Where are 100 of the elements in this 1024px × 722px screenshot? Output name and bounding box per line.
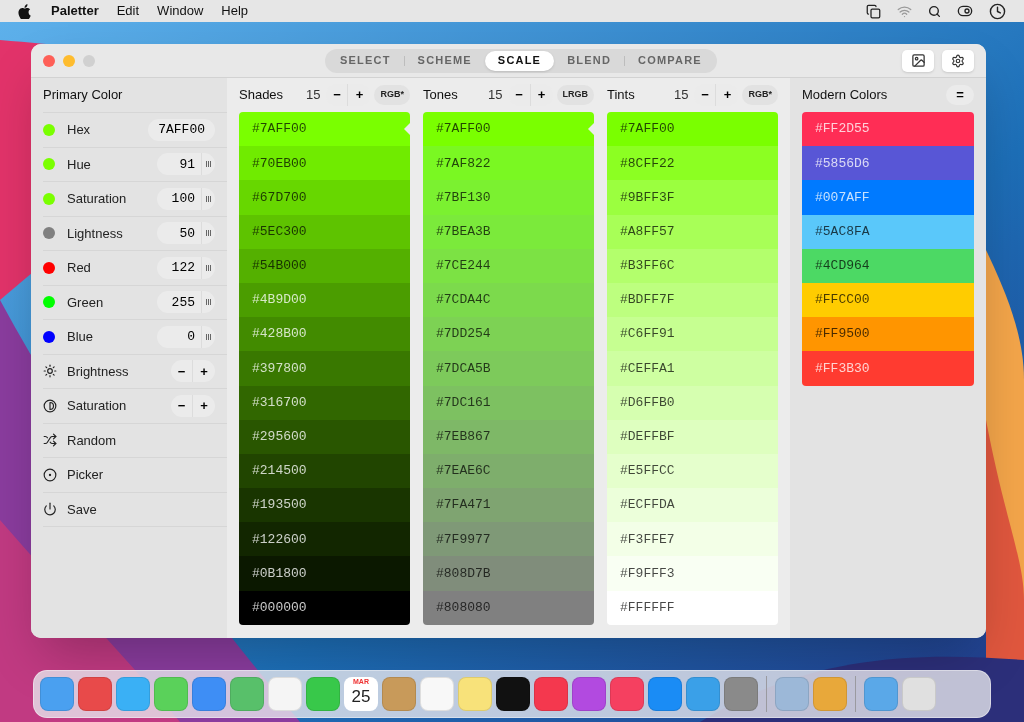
screens-icon[interactable] xyxy=(866,3,881,19)
menu-item[interactable]: Help xyxy=(221,1,249,21)
color-swatch[interactable]: #7BEA3B xyxy=(423,214,594,249)
color-swatch[interactable]: #193500 xyxy=(239,488,410,523)
color-swatch[interactable]: #A8FF57 xyxy=(607,214,778,249)
menu-item[interactable]: Edit xyxy=(116,1,140,21)
step-count: 15 xyxy=(306,86,321,105)
color-swatch[interactable]: #7F9977 xyxy=(423,522,594,557)
color-swatch[interactable]: #122600 xyxy=(239,522,410,557)
color-space-button[interactable]: LRGB xyxy=(556,85,594,105)
color-swatch[interactable]: #67D700 xyxy=(239,180,410,215)
color-swatch[interactable]: #7EAE6C xyxy=(423,453,594,489)
color-swatch[interactable]: #BDFF7F xyxy=(607,282,778,318)
color-swatch[interactable]: #F3FFE7 xyxy=(607,522,778,557)
color-swatch[interactable]: #70EB00 xyxy=(239,146,410,181)
action-item[interactable]: Picker xyxy=(67,465,104,485)
color-swatch[interactable]: #7DC161 xyxy=(423,385,594,420)
color-swatch[interactable]: #F9FFF3 xyxy=(607,556,778,591)
minus-button[interactable]: − xyxy=(508,84,531,106)
property-label: Hue xyxy=(67,155,91,174)
menu-button[interactable]: = xyxy=(946,85,974,105)
minus-button[interactable]: − xyxy=(171,360,193,383)
minus-button[interactable]: − xyxy=(326,84,349,106)
property-label: Brightness xyxy=(67,362,129,381)
color-swatch[interactable]: #7CE244 xyxy=(423,248,594,283)
color-swatch[interactable]: #808080 xyxy=(423,590,594,625)
color-space-button[interactable]: RGB* xyxy=(374,85,410,105)
color-swatch[interactable]: #CEFFA1 xyxy=(607,351,778,386)
color-swatch[interactable]: #FF9500 xyxy=(802,317,974,352)
contrast-icon xyxy=(43,398,57,413)
search-icon[interactable] xyxy=(928,4,941,18)
color-swatch[interactable]: #FFCC00 xyxy=(802,282,974,318)
picker-icon xyxy=(43,467,57,482)
color-swatch[interactable]: #7CDA4C xyxy=(423,282,594,318)
property-label: Saturation xyxy=(67,190,127,208)
color-swatch[interactable]: #D6FFB0 xyxy=(607,385,778,420)
action-item[interactable]: Random xyxy=(67,430,117,450)
color-swatch[interactable]: #FFFFFF xyxy=(607,590,778,625)
zoom-button[interactable] xyxy=(83,54,95,67)
clock-icon[interactable] xyxy=(989,2,1006,20)
panel-title: Modern Colors xyxy=(802,86,888,105)
property-label: Blue xyxy=(67,328,94,346)
color-swatch[interactable]: #214500 xyxy=(239,453,410,489)
color-swatch[interactable]: #0B1800 xyxy=(239,556,410,591)
plus-button[interactable]: + xyxy=(193,360,215,383)
plus-button[interactable]: + xyxy=(716,84,739,106)
mode-tab[interactable]: SCALE xyxy=(484,50,555,71)
hex-field[interactable]: 7AFF00 xyxy=(148,118,215,141)
plus-button[interactable]: + xyxy=(193,394,215,417)
mode-tab[interactable]: SCHEME xyxy=(404,50,485,71)
color-swatch[interactable]: #7DD254 xyxy=(423,317,594,352)
color-swatch[interactable]: #316700 xyxy=(239,385,410,420)
mode-tab[interactable]: COMPARE xyxy=(625,50,715,71)
color-swatch[interactable]: #DEFFBF xyxy=(607,419,778,454)
color-swatch[interactable]: #4CD964 xyxy=(802,248,974,283)
image-icon xyxy=(910,53,926,68)
color-swatch[interactable]: #5856D6 xyxy=(802,146,974,181)
scale-title: Tones xyxy=(423,86,458,105)
mode-tab[interactable]: SELECT xyxy=(327,50,404,71)
scale-title: Shades xyxy=(239,86,284,105)
plus-button[interactable]: + xyxy=(348,84,371,106)
control-center-icon[interactable] xyxy=(957,3,973,19)
color-swatch[interactable]: #808D7B xyxy=(423,556,594,591)
minus-button[interactable]: − xyxy=(694,84,717,106)
minimize-button[interactable] xyxy=(63,54,75,67)
color-swatch[interactable]: #7DCA5B xyxy=(423,351,594,386)
color-swatch[interactable]: #5EC300 xyxy=(239,214,410,249)
color-swatch[interactable]: #C6FF91 xyxy=(607,317,778,352)
color-swatch[interactable]: #295600 xyxy=(239,419,410,454)
close-button[interactable] xyxy=(43,54,55,67)
color-space-button[interactable]: RGB* xyxy=(742,85,778,105)
color-swatch[interactable]: #8CFF22 xyxy=(607,146,778,181)
color-swatch[interactable]: #7FA471 xyxy=(423,488,594,523)
color-swatch[interactable]: #7AF822 xyxy=(423,146,594,181)
color-swatch[interactable]: #E5FFCC xyxy=(607,453,778,489)
minus-button[interactable]: − xyxy=(171,394,193,417)
color-swatch[interactable]: #9BFF3F xyxy=(607,180,778,215)
color-swatch[interactable]: #7EB867 xyxy=(423,419,594,454)
apple-icon[interactable] xyxy=(18,3,31,19)
color-swatch[interactable]: #ECFFDA xyxy=(607,488,778,523)
color-swatch[interactable]: #000000 xyxy=(239,590,410,625)
color-swatch[interactable]: #54B000 xyxy=(239,248,410,283)
color-swatch[interactable]: #7AFF00 xyxy=(423,112,594,147)
menu-item[interactable]: Window xyxy=(157,1,204,21)
color-swatch[interactable]: #397800 xyxy=(239,351,410,386)
color-swatch[interactable]: #7BF130 xyxy=(423,180,594,215)
settings-icon xyxy=(951,53,965,68)
app-icon[interactable] xyxy=(496,677,530,711)
color-swatch[interactable]: #7AFF00 xyxy=(607,112,778,147)
mode-tab[interactable]: BLEND xyxy=(554,50,625,71)
app-menu[interactable]: Paletter xyxy=(51,1,99,21)
action-item[interactable]: Save xyxy=(67,499,97,519)
wifi-icon[interactable] xyxy=(897,3,912,19)
color-swatch[interactable]: #B3FF6C xyxy=(607,248,778,283)
property-label: Saturation xyxy=(67,397,127,415)
color-swatch[interactable]: #5AC8FA xyxy=(802,214,974,249)
plus-button[interactable]: + xyxy=(530,84,553,106)
settings-button[interactable] xyxy=(942,49,974,72)
image-button[interactable] xyxy=(902,49,934,72)
color-swatch[interactable]: #7AFF00 xyxy=(239,112,410,147)
